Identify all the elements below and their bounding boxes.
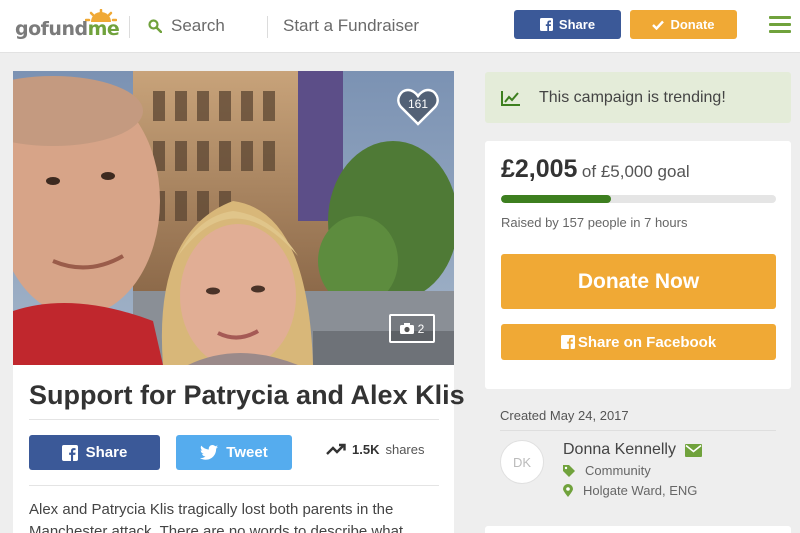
search-icon <box>148 19 162 33</box>
trending-icon <box>326 443 346 455</box>
nav-divider <box>129 16 130 38</box>
top-nav: gofundme Search Start a Fundraiser Share… <box>0 0 800 53</box>
envelope-icon[interactable] <box>684 443 702 457</box>
share-on-facebook-label: Share on Facebook <box>577 333 717 351</box>
tag-icon <box>563 464 575 477</box>
story-line: Manchester attack. There are no words to… <box>29 523 404 533</box>
campaign-card: 161 2 Support for Patrycia and Alex Klis… <box>13 71 465 533</box>
facebook-share-button[interactable]: Share <box>29 435 160 470</box>
organizer-name-text[interactable]: Donna Kennelly <box>563 441 676 459</box>
trending-text: This campaign is trending! <box>539 88 726 106</box>
divider <box>500 430 776 431</box>
map-pin-icon <box>563 484 573 497</box>
organizer-name: Donna Kennelly <box>563 441 702 459</box>
photo-illustration <box>13 71 454 365</box>
next-card <box>485 526 791 533</box>
divider <box>29 419 439 420</box>
share-count: 1.5K shares <box>326 442 425 457</box>
twitter-icon <box>200 445 219 460</box>
share-count-label: shares <box>385 442 425 457</box>
photo-gallery-button[interactable]: 2 <box>389 314 435 343</box>
amount-raised: £2,005 of £5,000 goal <box>501 155 690 184</box>
header-share-button[interactable]: Share <box>514 10 621 39</box>
start-fundraiser-link[interactable]: Start a Fundraiser <box>283 16 419 36</box>
camera-icon <box>399 323 414 334</box>
header-share-label: Share <box>558 17 596 32</box>
donation-card: £2,005 of £5,000 goal Raised by 157 peop… <box>485 141 791 389</box>
raised-by-text: Raised by 157 people in 7 hours <box>501 215 688 230</box>
tweet-button[interactable]: Tweet <box>176 435 292 470</box>
logo-wordmark: gofundme <box>15 18 120 40</box>
share-count-value: 1.5K <box>352 442 380 457</box>
avatar[interactable]: DK <box>500 440 544 484</box>
organizer-category: Community <box>563 463 651 478</box>
created-date: Created May 24, 2017 <box>500 408 629 423</box>
progress-bar <box>501 195 776 203</box>
goal-text: of £5,000 goal <box>581 162 690 181</box>
trending-banner: This campaign is trending! <box>485 72 791 123</box>
location-label: Holgate Ward, ENG <box>583 483 698 498</box>
story-line: Alex and Patrycia Klis tragically lost b… <box>29 501 394 518</box>
header-donate-label: Donate <box>670 17 715 32</box>
campaign-title: Support for Patrycia and Alex Klis <box>29 380 465 410</box>
organizer-location: Holgate Ward, ENG <box>563 483 697 498</box>
facebook-icon <box>539 18 553 31</box>
trending-chart-icon <box>501 90 520 106</box>
facebook-share-label: Share <box>85 444 128 461</box>
header-donate-button[interactable]: Donate <box>630 10 737 39</box>
facebook-icon <box>61 444 78 461</box>
share-on-facebook-button[interactable]: Share on Facebook <box>501 324 776 360</box>
category-label[interactable]: Community <box>585 463 651 478</box>
check-icon <box>652 20 665 30</box>
heart-count: 161 <box>407 97 429 111</box>
donate-now-button[interactable]: Donate Now <box>501 254 776 309</box>
menu-icon[interactable] <box>769 16 791 34</box>
gofundme-logo[interactable]: gofundme <box>15 9 120 43</box>
search-label: Search <box>171 16 225 35</box>
tweet-label: Tweet <box>226 444 268 461</box>
progress-fill <box>501 195 612 203</box>
nav-divider <box>267 16 268 38</box>
divider <box>29 485 439 486</box>
facebook-icon <box>560 335 575 349</box>
campaign-photo[interactable]: 161 2 <box>13 71 454 365</box>
search-link[interactable]: Search <box>148 14 225 38</box>
campaign-story: Alex and Patrycia Klis tragically lost b… <box>29 499 439 533</box>
raised-amount: £2,005 <box>501 155 578 183</box>
photo-count-label: 2 <box>417 321 425 336</box>
